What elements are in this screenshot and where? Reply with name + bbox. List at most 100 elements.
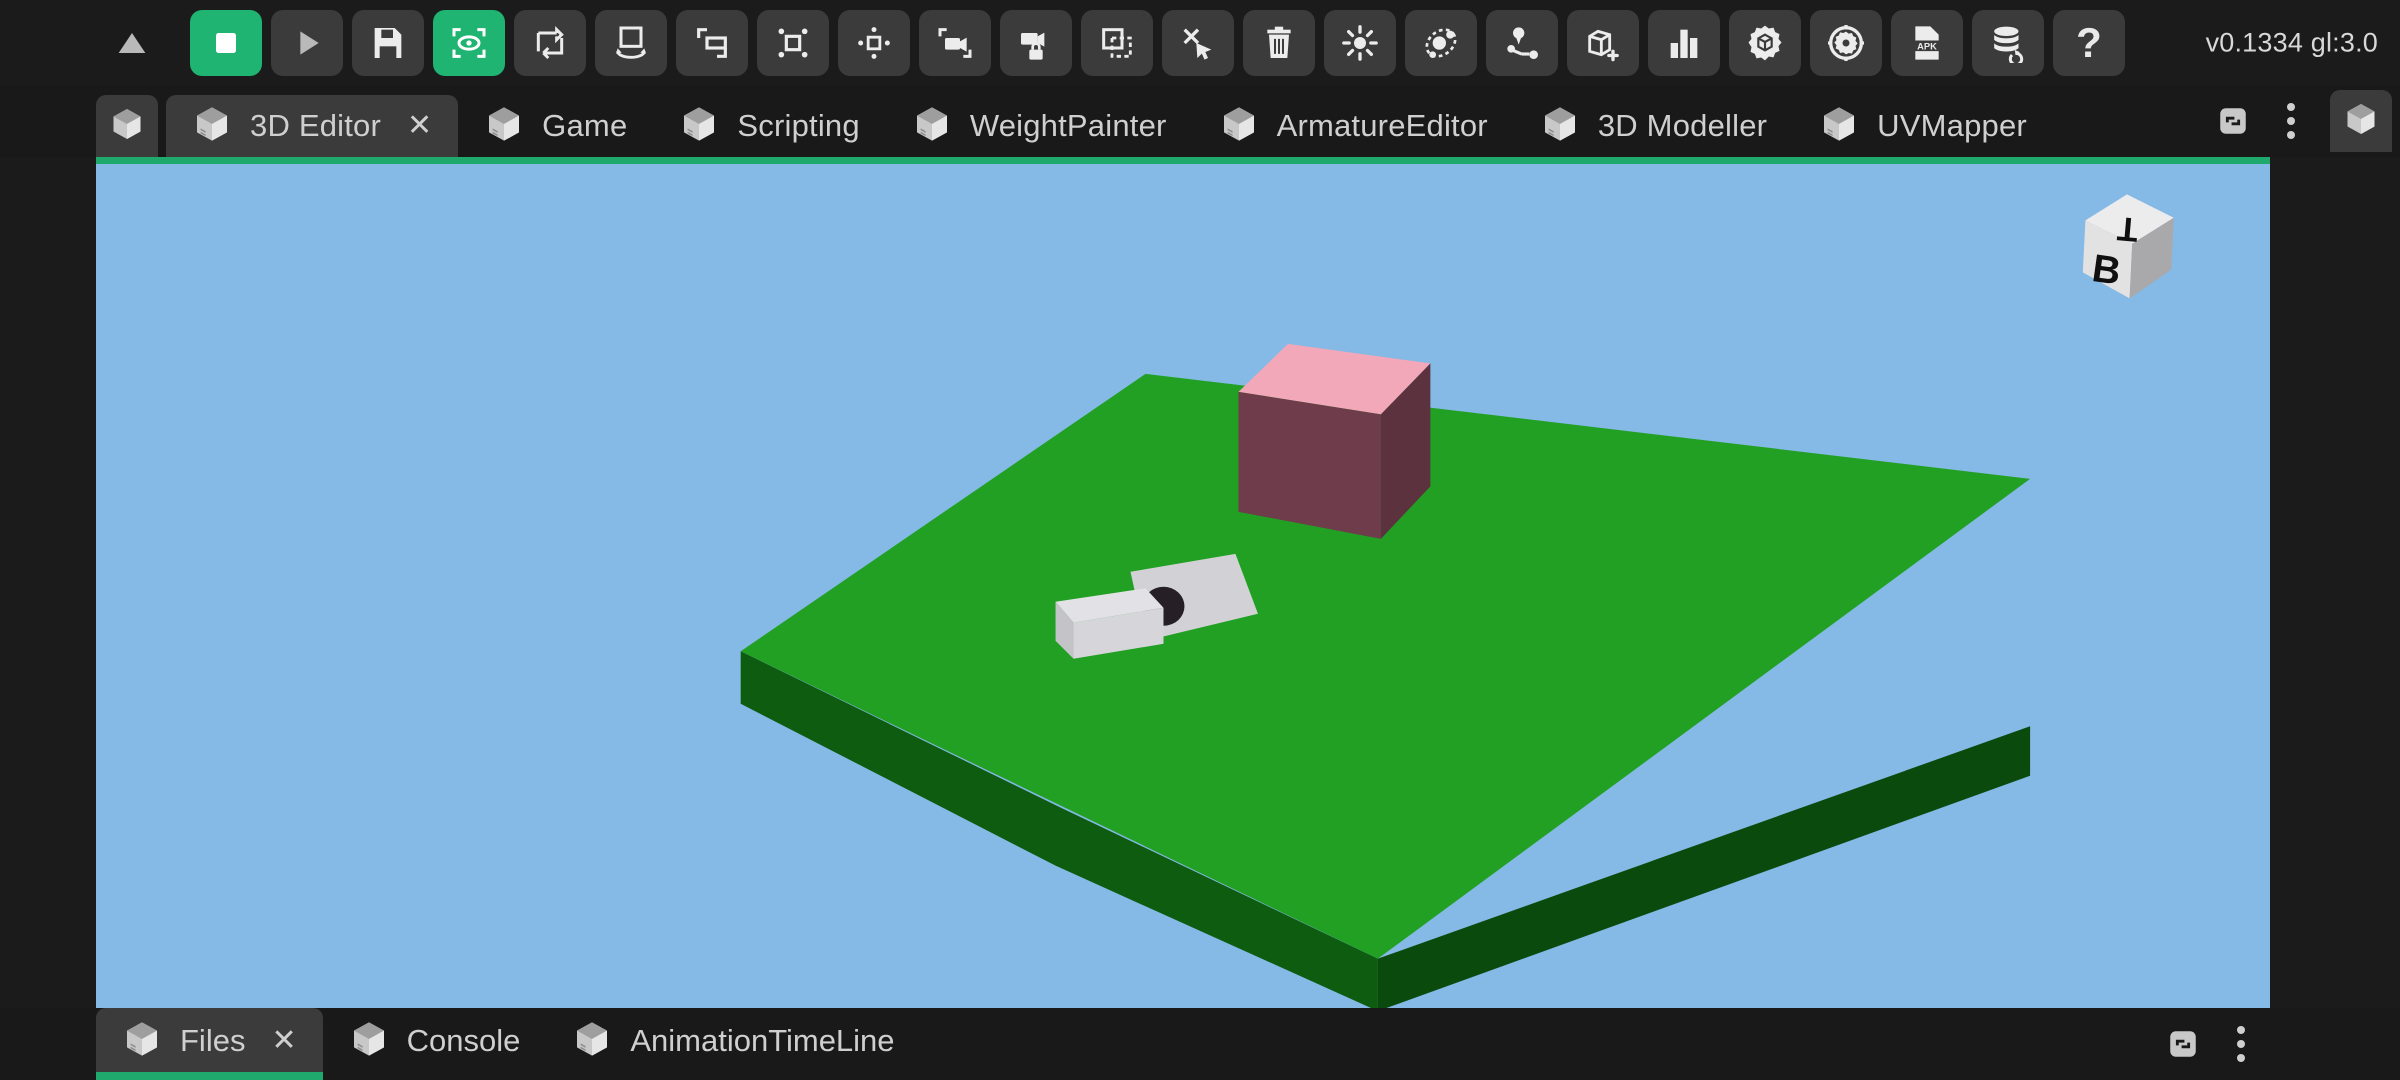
node-graph-button[interactable] [1486,9,1558,76]
viewport-container: T B [96,157,2270,1008]
light-button[interactable] [1324,9,1396,76]
tab-label: Game [542,108,628,143]
tab-weightpainter[interactable]: WeightPainter [886,95,1193,157]
tab-label: ArmatureEditor [1276,108,1488,143]
tab-label: 3D Modeller [1597,108,1768,143]
camera-duplicate-button[interactable] [919,9,991,76]
gizmo-front-face-letter: B [2090,247,2124,294]
collapse-toolbar-button[interactable] [96,10,168,76]
box-icon [484,104,524,149]
preview-toggle-button[interactable] [433,9,505,76]
tab-close-icon[interactable]: ✕ [407,111,432,141]
top-tab-bar-actions [2204,85,2400,157]
box-icon [679,104,719,149]
database-sync-icon [1988,23,2028,63]
play-button[interactable] [271,9,343,76]
bottom-tab-bar-actions [2154,1008,2270,1080]
tab-3d-modeller[interactable]: 3D Modeller [1514,95,1793,157]
bottom-tab-label: AnimationTimeLine [630,1023,895,1058]
cursor-deselect-icon [1178,23,1218,63]
more-vertical-icon[interactable] [2212,1015,2270,1073]
scale-corners-icon [692,23,732,63]
sun-light-icon [1340,23,1380,63]
camera-lock-button[interactable] [1000,9,1072,76]
bottom-tab-label: Console [406,1023,521,1058]
top-tab-bar: 3D Editor ✕ Game Scripting WeightPainter Arma… [0,85,2400,157]
orientation-gizmo-cube[interactable]: T B [2062,184,2192,314]
right-panel-rail [2270,157,2400,1008]
box-icon [1819,104,1859,149]
object-settings-button[interactable] [1729,9,1801,76]
3d-viewport[interactable]: T B [96,164,2270,1008]
physics-button[interactable] [1405,9,1477,76]
tab-label: 3D Editor [250,108,382,143]
square-dots-icon [773,23,813,63]
atom-orbit-icon [1421,23,1461,63]
tab-list-left-stub[interactable] [96,95,158,157]
tab-list-right-stub[interactable] [2330,90,2392,152]
bar-chart-icon [1664,23,1704,63]
camera-copy-icon [935,23,975,63]
left-panel-rail [0,157,96,1008]
gear-target-icon [1826,23,1866,63]
restore-window-icon[interactable] [2154,1015,2212,1073]
bottom-tab-label: Files [180,1023,246,1058]
version-label: v0.1334 gl:3.0 [2205,27,2378,57]
bottom-tab-close-icon[interactable]: ✕ [271,1026,296,1056]
help-button[interactable]: ? [2053,9,2125,76]
tab-game[interactable]: Game [458,95,653,157]
editor-body: T B [0,157,2400,1008]
delete-button[interactable] [1243,9,1315,76]
3d-scene [740,343,2031,1008]
stop-square-icon [206,23,246,63]
more-vertical-icon[interactable] [2262,92,2320,150]
stats-button[interactable] [1648,9,1720,76]
duplicate-object-button[interactable] [1081,9,1153,76]
bottom-tab-console[interactable]: Console [323,1008,547,1074]
tab-armatureeditor[interactable]: ArmatureEditor [1193,95,1514,157]
scale-tool-button[interactable] [676,9,748,76]
apk-file-icon: APK [1907,23,1947,63]
active-panel-accent-bar [96,157,2270,164]
bottom-tab-list: Files ✕ Console AnimationTimeLine [96,1008,921,1080]
floppy-disk-icon [368,23,408,63]
toolbar-button-group: APK? [96,9,2134,76]
tab-label: UVMapper [1877,108,2027,143]
rotate-tool-button[interactable] [595,9,667,76]
box-icon [912,104,952,149]
project-settings-button[interactable] [1810,9,1882,76]
tab-label: Scripting [737,108,860,143]
square-small-dots-icon [854,23,894,63]
node-share-icon [1502,23,1542,63]
tab-3d-editor[interactable]: 3D Editor ✕ [166,95,459,157]
align-points-button[interactable] [838,9,910,76]
tab-label: WeightPainter [969,108,1167,143]
play-triangle-icon [287,23,327,63]
top-tab-list: 3D Editor ✕ Game Scripting WeightPainter Arma… [166,95,2053,157]
box-icon [1219,104,1259,149]
move-tool-button[interactable] [514,9,586,76]
database-refresh-button[interactable] [1972,9,2044,76]
svg-text:APK: APK [1917,41,1937,51]
editor-window: APK? v0.1334 gl:3.0 3D Editor ✕ Game Script… [0,0,2400,1080]
bottom-tab-animationtimeline[interactable]: AnimationTimeLine [546,1008,920,1074]
box-icon [192,104,232,149]
export-apk-button[interactable]: APK [1891,9,1963,76]
restore-window-icon[interactable] [2204,92,2262,150]
triangle-up-icon [112,23,152,63]
add-mesh-button[interactable] [1567,9,1639,76]
box-icon [2343,101,2379,142]
gizmo-top-face-letter: T [2116,209,2140,249]
bottom-tab-files[interactable]: Files ✕ [96,1008,323,1080]
box-icon [1540,104,1580,149]
eye-frame-icon [449,23,489,63]
tab-uvmapper[interactable]: UVMapper [1793,95,2053,157]
stop-button[interactable] [190,9,262,76]
question-mark-icon: ? [2076,18,2102,66]
snap-to-grid-button[interactable] [757,9,829,76]
bottom-tab-bar: Files ✕ Console AnimationTimeLine [0,1008,2400,1080]
tab-scripting[interactable]: Scripting [653,95,885,157]
deselect-button[interactable] [1162,9,1234,76]
save-button[interactable] [352,9,424,76]
rotate-object-icon [611,23,651,63]
